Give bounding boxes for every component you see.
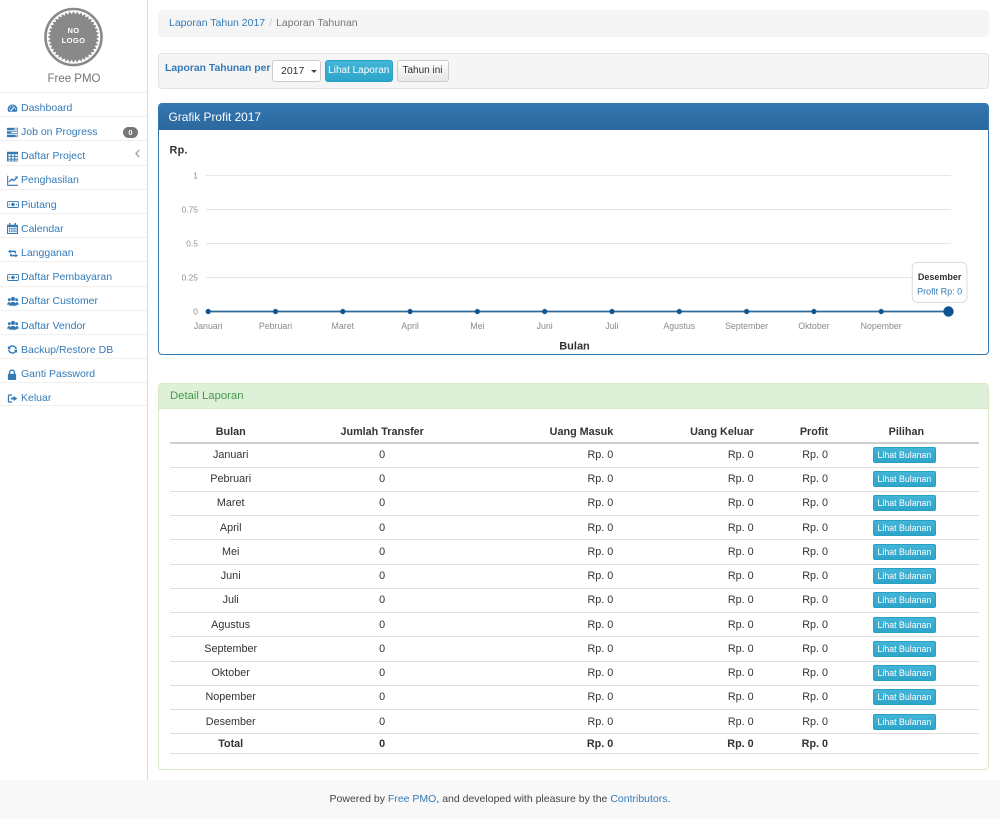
svg-text:Mei: Mei: [470, 321, 484, 331]
svg-text:0.75: 0.75: [181, 205, 198, 215]
svg-text:Juli: Juli: [605, 321, 618, 331]
svg-text:0.5: 0.5: [186, 239, 198, 249]
svg-text:Rp.: Rp.: [169, 145, 187, 157]
svg-text:Maret: Maret: [331, 321, 354, 331]
svg-text:April: April: [401, 321, 419, 331]
svg-text:LOGO: LOGO: [62, 36, 86, 45]
svg-text:1: 1: [193, 170, 198, 180]
svg-text:0.25: 0.25: [181, 273, 198, 283]
svg-text:Desember: Desember: [917, 272, 961, 282]
svg-text:Agustus: Agustus: [663, 321, 695, 331]
svg-text:Bulan: Bulan: [559, 341, 590, 353]
svg-text:Pebruari: Pebruari: [258, 321, 291, 331]
svg-text:Profit Rp: 0: Profit Rp: 0: [917, 287, 962, 297]
svg-text:Oktober: Oktober: [798, 321, 829, 331]
svg-text:Januari: Januari: [193, 321, 222, 331]
svg-text:0: 0: [193, 307, 198, 317]
svg-text:Nopember: Nopember: [860, 321, 901, 331]
svg-text:September: September: [725, 321, 768, 331]
svg-text:NO: NO: [67, 26, 79, 35]
svg-text:Juni: Juni: [536, 321, 552, 331]
